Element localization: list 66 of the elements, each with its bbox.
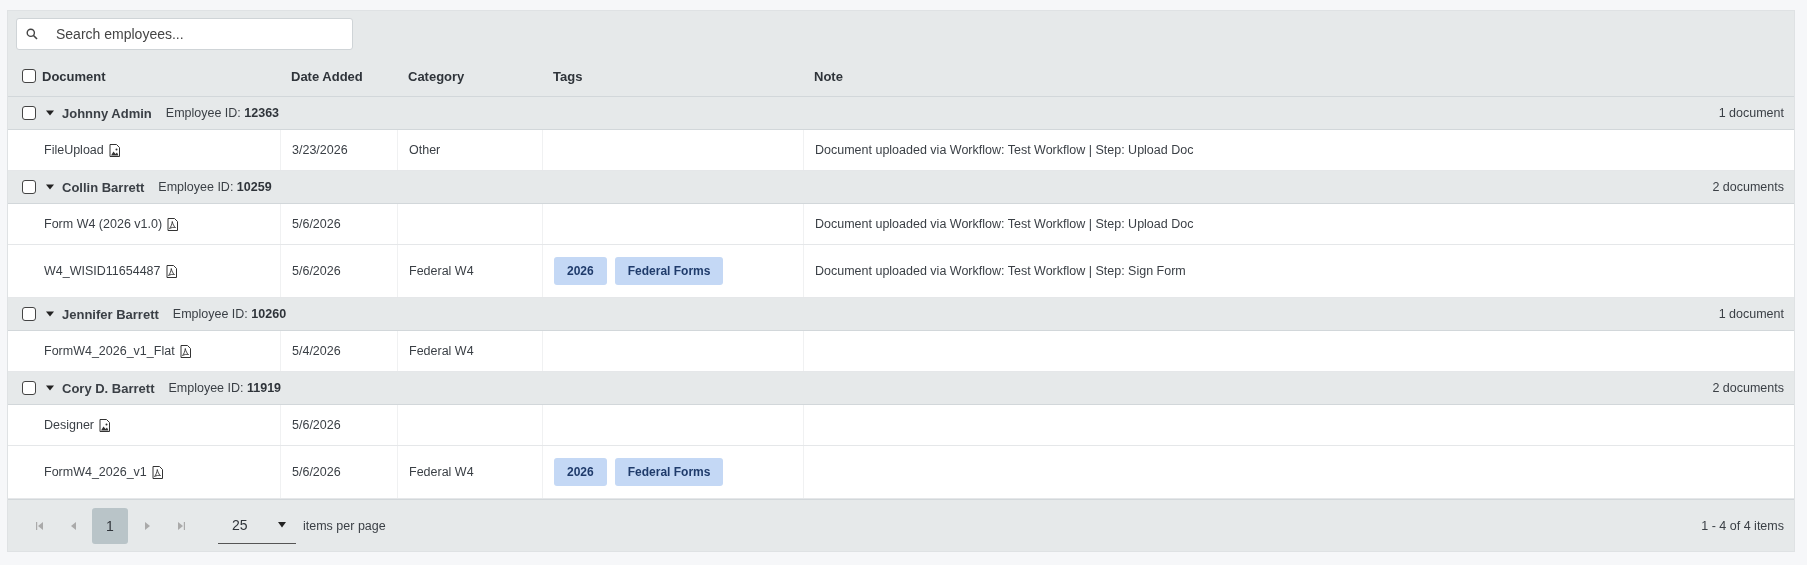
tag: 2026: [554, 458, 607, 486]
last-page-icon: [177, 521, 185, 530]
tag: 2026: [554, 257, 607, 285]
document-name[interactable]: FormW4_2026_v1_Flat: [44, 344, 175, 358]
employee-name: Collin Barrett: [62, 179, 145, 195]
caret-icon: [278, 522, 286, 528]
pdf-file-icon: [165, 264, 177, 278]
document-count: 1 document: [1718, 106, 1784, 120]
checkbox[interactable]: [22, 180, 36, 194]
document-name[interactable]: Designer: [44, 418, 95, 432]
caret-icon[interactable]: [46, 310, 54, 318]
checkbox[interactable]: [22, 307, 36, 321]
document-count: 2 documents: [1712, 381, 1784, 395]
employee-id: Employee ID: 11919: [168, 381, 282, 395]
category-cell: Other: [409, 143, 441, 157]
page-button[interactable]: 1: [92, 507, 128, 544]
document-name[interactable]: FormW4_2026_v1: [44, 465, 147, 479]
column-header[interactable]: Note: [814, 68, 843, 84]
next-page-icon: [143, 521, 151, 530]
column-header[interactable]: Date Added: [291, 68, 363, 84]
date-cell: 5/6/2026: [292, 264, 341, 278]
caret-icon[interactable]: [46, 183, 54, 191]
employee-name: Johnny Admin: [62, 105, 152, 121]
category-cell: Federal W4: [409, 344, 474, 358]
tag: Federal Forms: [614, 257, 724, 285]
note-cell: Document uploaded via Workflow: Test Workflow | Step: Upload Doc: [815, 143, 1194, 157]
category-cell: Federal W4: [409, 465, 474, 479]
page-size-label: items per page: [303, 518, 386, 533]
caret-icon[interactable]: [46, 384, 54, 392]
column-header[interactable]: Tags: [553, 68, 583, 84]
column-header[interactable]: Document: [42, 68, 106, 84]
pdf-file-icon: [151, 465, 163, 479]
document-name[interactable]: Form W4 (2026 v1.0): [44, 217, 163, 231]
date-cell: 5/6/2026: [292, 217, 341, 231]
employee-id: Employee ID: 12363: [165, 106, 280, 120]
document-count: 2 documents: [1712, 180, 1784, 194]
category-cell: Federal W4: [409, 264, 474, 278]
date-cell: 5/4/2026: [292, 344, 341, 358]
document-name[interactable]: W4_WISID11654487: [44, 264, 161, 278]
column-header[interactable]: Category: [408, 68, 465, 84]
pager-summary: 1 - 4 of 4 items: [1701, 518, 1784, 533]
date-cell: 3/23/2026: [292, 143, 348, 157]
first-page-icon: [35, 521, 43, 530]
pdf-file-icon: [167, 217, 179, 231]
checkbox[interactable]: [22, 69, 36, 83]
search-field[interactable]: Search employees...: [16, 18, 353, 50]
note-cell: Document uploaded via Workflow: Test Workflow | Step: Sign Form: [815, 264, 1186, 278]
date-cell: 5/6/2026: [292, 465, 341, 479]
employee-name: Jennifer Barrett: [62, 306, 159, 322]
previous-page-icon: [69, 521, 77, 530]
document-name[interactable]: FileUpload: [44, 143, 104, 157]
pdf-file-icon: [179, 344, 191, 358]
checkbox[interactable]: [22, 381, 36, 395]
employee-id: Employee ID: 10259: [158, 180, 272, 194]
document-count: 1 document: [1718, 307, 1784, 321]
employee-name: Cory D. Barrett: [62, 380, 155, 396]
date-cell: 5/6/2026: [292, 418, 341, 432]
image-file-icon: [108, 143, 120, 157]
checkbox[interactable]: [22, 106, 36, 120]
image-file-icon: [99, 418, 111, 432]
search-icon: [26, 28, 38, 40]
tag: Federal Forms: [614, 458, 724, 486]
caret-icon[interactable]: [46, 109, 54, 117]
employee-id: Employee ID: 10260: [172, 307, 287, 321]
page-size-dropdown[interactable]: 25: [218, 507, 296, 544]
note-cell: Document uploaded via Workflow: Test Workflow | Step: Upload Doc: [815, 217, 1194, 231]
